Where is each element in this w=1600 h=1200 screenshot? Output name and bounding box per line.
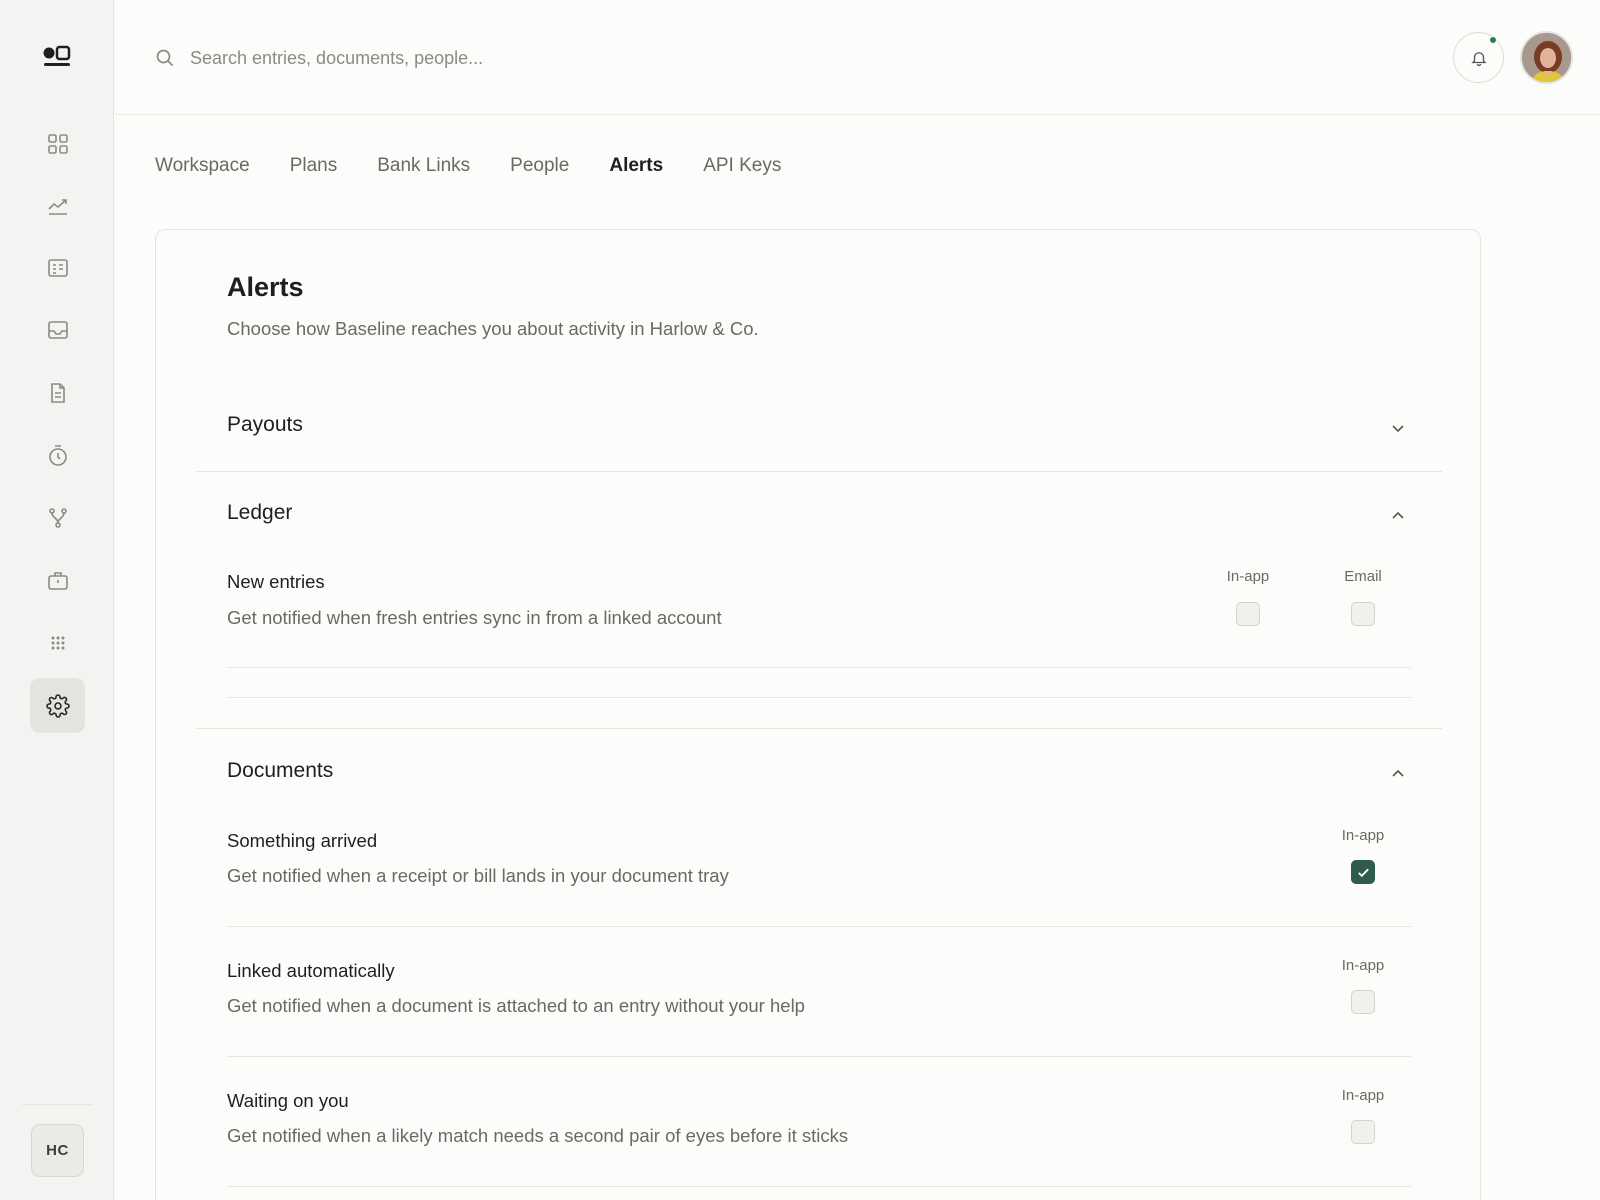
item-divider bbox=[227, 1056, 1411, 1057]
topbar bbox=[115, 0, 1600, 115]
search-input[interactable] bbox=[190, 40, 790, 76]
something-arrived-in-app-checkbox[interactable] bbox=[1351, 860, 1375, 884]
tab-workspace[interactable]: Workspace bbox=[155, 155, 250, 177]
inbox-icon bbox=[47, 320, 68, 339]
tab-alerts[interactable]: Alerts bbox=[609, 155, 663, 177]
waiting-on-you-title: Waiting on you bbox=[227, 1090, 349, 1111]
ledger-icon bbox=[47, 258, 68, 277]
settings-tabs: Workspace Plans Bank Links People Alerts… bbox=[155, 155, 781, 177]
bell-icon bbox=[1470, 51, 1487, 66]
nav-apps[interactable] bbox=[30, 615, 85, 670]
nav-settings[interactable] bbox=[30, 678, 85, 733]
new-entries-title: New entries bbox=[227, 571, 325, 592]
in-app-column-label: In-app bbox=[1341, 827, 1385, 844]
search-icon bbox=[156, 49, 174, 67]
sidebar: HC bbox=[0, 0, 114, 1200]
in-app-column-label: In-app bbox=[1341, 957, 1385, 974]
apps-dots-icon bbox=[51, 636, 64, 649]
nav-documents[interactable] bbox=[30, 365, 85, 420]
nav-workflows[interactable] bbox=[30, 490, 85, 545]
nav-work[interactable] bbox=[30, 553, 85, 608]
page-title: Alerts bbox=[227, 272, 304, 302]
chevron-up-icon[interactable] bbox=[1389, 765, 1407, 783]
item-divider bbox=[227, 697, 1411, 698]
in-app-column-label: In-app bbox=[1341, 1087, 1385, 1104]
new-entries-in-app-checkbox[interactable] bbox=[1236, 602, 1260, 626]
check-icon bbox=[1357, 868, 1369, 877]
briefcase-icon bbox=[47, 571, 68, 590]
section-documents-header[interactable]: Documents bbox=[227, 759, 333, 783]
nav-dashboard[interactable] bbox=[30, 116, 85, 171]
nav-time[interactable] bbox=[30, 428, 85, 483]
trend-chart-icon bbox=[47, 198, 67, 215]
brand-logo bbox=[43, 45, 71, 66]
item-divider bbox=[227, 667, 1411, 668]
waiting-on-you-in-app-checkbox[interactable] bbox=[1351, 1120, 1375, 1144]
new-entries-desc: Get notified when fresh entries sync in … bbox=[227, 607, 722, 628]
branch-icon bbox=[48, 507, 67, 528]
timer-icon bbox=[48, 444, 67, 466]
something-arrived-desc: Get notified when a receipt or bill land… bbox=[227, 865, 729, 886]
notifications-button[interactable] bbox=[1453, 32, 1504, 83]
gear-icon bbox=[45, 693, 70, 718]
avatar[interactable] bbox=[1520, 31, 1573, 84]
document-icon bbox=[50, 382, 65, 403]
chevron-up-icon[interactable] bbox=[1389, 507, 1407, 525]
linked-automatically-in-app-checkbox[interactable] bbox=[1351, 990, 1375, 1014]
notification-dot bbox=[1489, 36, 1497, 44]
section-divider bbox=[196, 471, 1442, 472]
waiting-on-you-desc: Get notified when a likely match needs a… bbox=[227, 1125, 849, 1146]
tab-plans[interactable]: Plans bbox=[290, 155, 338, 177]
nav-inbox[interactable] bbox=[30, 302, 85, 357]
section-divider bbox=[196, 728, 1442, 729]
grid-icon bbox=[47, 133, 68, 154]
tab-people[interactable]: People bbox=[510, 155, 569, 177]
item-divider bbox=[227, 1186, 1411, 1187]
something-arrived-title: Something arrived bbox=[227, 830, 378, 851]
tab-api-keys[interactable]: API Keys bbox=[703, 155, 781, 177]
sidebar-divider bbox=[22, 1104, 92, 1105]
tab-bank-links[interactable]: Bank Links bbox=[377, 155, 470, 177]
user-photo-icon bbox=[1522, 33, 1571, 82]
chevron-down-icon[interactable] bbox=[1389, 419, 1407, 437]
alerts-card: Alerts Choose how Baseline reaches you a… bbox=[155, 229, 1481, 1200]
linked-automatically-desc: Get notified when a document is attached… bbox=[227, 995, 805, 1016]
section-ledger-header[interactable]: Ledger bbox=[227, 501, 292, 525]
page-subtitle: Choose how Baseline reaches you about ac… bbox=[227, 318, 759, 339]
section-payouts-header[interactable]: Payouts bbox=[227, 413, 303, 437]
nav-reports[interactable] bbox=[30, 178, 85, 233]
nav-ledger[interactable] bbox=[30, 240, 85, 295]
linked-automatically-title: Linked automatically bbox=[227, 960, 395, 981]
user-initials-badge[interactable]: HC bbox=[31, 1124, 84, 1177]
new-entries-email-checkbox[interactable] bbox=[1351, 602, 1375, 626]
item-divider bbox=[227, 926, 1411, 927]
email-column-label: Email bbox=[1344, 568, 1382, 585]
in-app-column-label: In-app bbox=[1226, 568, 1270, 585]
